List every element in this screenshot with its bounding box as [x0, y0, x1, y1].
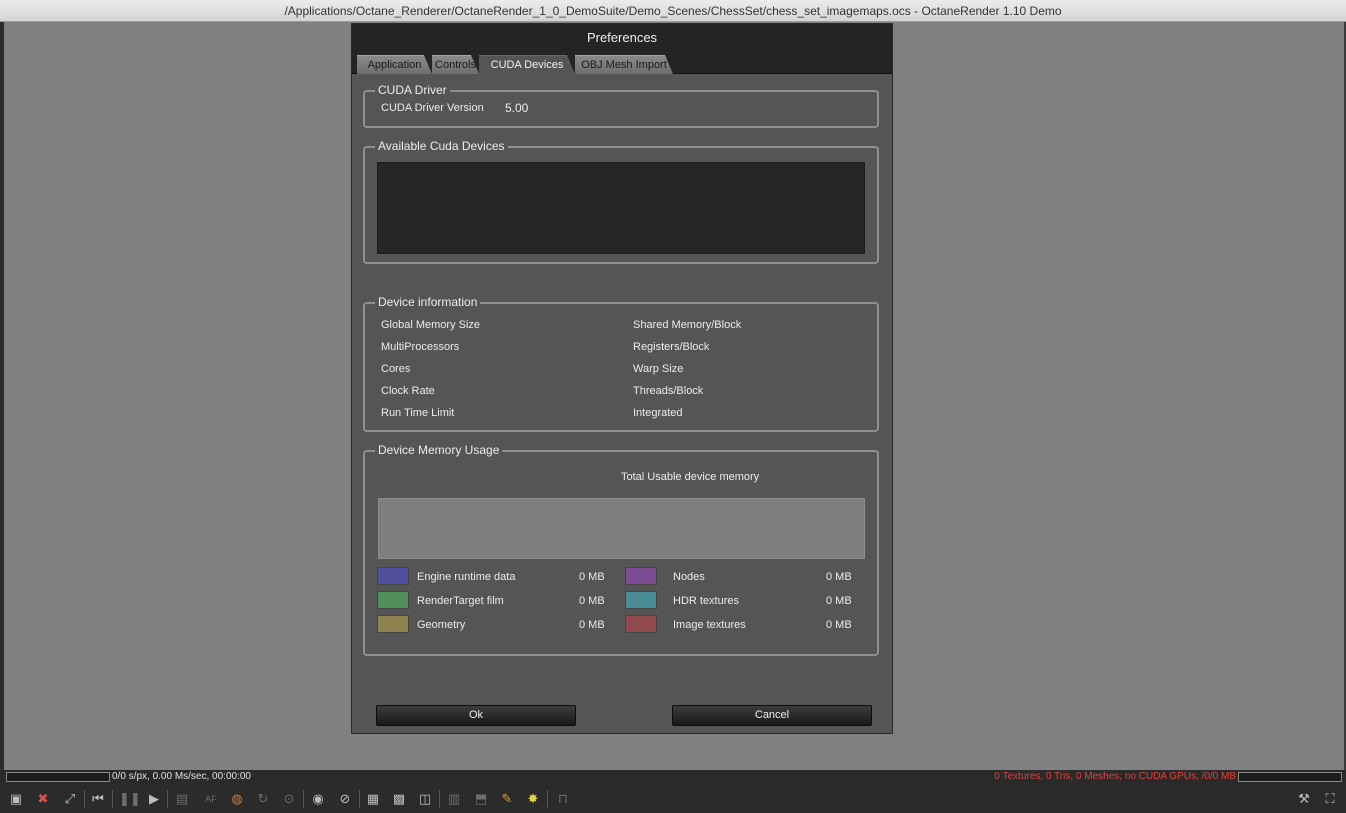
rendertarget-film-label: RenderTarget film	[417, 595, 504, 607]
lock-camera-icon[interactable]: ⊘	[337, 791, 353, 807]
device-information-group-label: Device information	[375, 295, 481, 309]
cuda-driver-version-label: CUDA Driver Version	[381, 102, 484, 114]
play-icon[interactable]: ▶	[146, 791, 162, 807]
image-textures-swatch	[625, 615, 657, 633]
geometry-swatch	[377, 615, 409, 633]
film-icon[interactable]: ▥	[446, 791, 462, 807]
grid-icon[interactable]: ▦	[365, 791, 381, 807]
stop-render-icon[interactable]: ✖	[35, 791, 51, 807]
toolbar-separator	[439, 790, 440, 808]
hdr-textures-label: HDR textures	[673, 595, 740, 607]
hdr-textures-value: 0 MB	[826, 595, 852, 607]
devices-list[interactable]	[377, 162, 865, 254]
device-memory-usage-group: Device Memory Usage Total Usable device …	[363, 443, 879, 656]
global-memory-size-label: Global Memory Size	[381, 319, 481, 331]
engine-runtime-swatch	[377, 567, 409, 585]
render-progress-bar	[6, 772, 110, 782]
star-icon[interactable]: ✸	[525, 791, 541, 807]
nodes-value: 0 MB	[826, 571, 852, 583]
dialog-title: Preferences	[586, 30, 658, 45]
integrated-label: Integrated	[633, 407, 683, 419]
image-textures-value: 0 MB	[826, 619, 852, 631]
region-icon[interactable]: ◫	[417, 791, 433, 807]
dialog-header: Preferences Application Controls CUDA De…	[352, 24, 892, 74]
status-bar: 0/0 s/px, 0.00 Ms/sec, 00:00:00 0 Textur…	[0, 770, 1346, 784]
fullscreen-icon[interactable]: ⛶	[1322, 791, 1338, 807]
warp-size-label: Warp Size	[633, 363, 684, 375]
fit-view-icon[interactable]: ⤢	[62, 791, 78, 807]
registers-block-label: Registers/Block	[633, 341, 710, 353]
geometry-value: 0 MB	[579, 619, 605, 631]
device-memory-usage-group-label: Device Memory Usage	[375, 443, 503, 457]
toolbar-separator	[303, 790, 304, 808]
toolbar-separator	[167, 790, 168, 808]
threads-block-label: Threads/Block	[633, 385, 704, 397]
render-toolbar: ▣ ✖ ⤢ ⏮ ❚❚ ▶ ▤ AF ◍ ↻ ⊙ ◉ ⊘ ▦ ▩ ◫ ▥ ⬒ ✎ …	[0, 784, 1346, 813]
device-information-group: Device information Global Memory Size Mu…	[363, 295, 879, 432]
left-panel-edge	[0, 22, 4, 770]
toolbar-separator	[547, 790, 548, 808]
hdr-textures-swatch	[625, 591, 657, 609]
geometry-label: Geometry	[417, 619, 466, 631]
run-time-limit-label: Run Time Limit	[381, 407, 455, 419]
rewind-icon[interactable]: ⏮	[90, 791, 106, 807]
window-titlebar: /Applications/Octane_Renderer/OctaneRend…	[0, 0, 1346, 22]
focus-icon[interactable]: ⊙	[281, 791, 297, 807]
engine-runtime-label: Engine runtime data	[417, 571, 516, 583]
cuda-driver-group-label: CUDA Driver	[375, 83, 450, 97]
color-wheel-icon[interactable]: ◍	[229, 791, 245, 807]
palette-icon[interactable]: ✎	[499, 791, 515, 807]
save-icon[interactable]: ⬒	[473, 791, 489, 807]
cores-label: Cores	[381, 363, 411, 375]
tab-cuda-devices[interactable]: CUDA Devices	[479, 55, 575, 74]
window-title: /Applications/Octane_Renderer/OctaneRend…	[284, 4, 1062, 18]
camera-icon[interactable]: ◉	[310, 791, 326, 807]
toolbar-separator	[84, 790, 85, 808]
available-devices-group: Available Cuda Devices	[363, 139, 879, 264]
pause-icon[interactable]: ❚❚	[119, 791, 141, 807]
refresh-icon[interactable]: ↻	[255, 791, 271, 807]
preferences-dialog: Preferences Application Controls CUDA De…	[351, 23, 893, 734]
cancel-button[interactable]: Cancel	[672, 705, 872, 726]
display-icon[interactable]: ▤	[174, 791, 190, 807]
nodes-label: Nodes	[673, 571, 705, 583]
screenshot-icon[interactable]: ▣	[8, 791, 24, 807]
toolbar-separator	[359, 790, 360, 808]
nodes-swatch	[625, 567, 657, 585]
checker-icon[interactable]: ▩	[391, 791, 407, 807]
toolbar-separator	[112, 790, 113, 808]
rendertarget-film-value: 0 MB	[579, 595, 605, 607]
image-textures-label: Image textures	[673, 619, 746, 631]
settings-icon[interactable]: ⚒	[1296, 791, 1312, 807]
rendertarget-film-swatch	[377, 591, 409, 609]
unlock-icon[interactable]: ⊓	[555, 791, 571, 807]
shared-memory-block-label: Shared Memory/Block	[633, 319, 742, 331]
memory-progress-bar	[1238, 772, 1342, 782]
memory-usage-bar	[378, 498, 865, 559]
clock-rate-label: Clock Rate	[381, 385, 435, 397]
available-devices-group-label: Available Cuda Devices	[375, 139, 508, 153]
tab-controls[interactable]: Controls	[432, 55, 479, 74]
engine-runtime-value: 0 MB	[579, 571, 605, 583]
render-stats: 0/0 s/px, 0.00 Ms/sec, 00:00:00	[112, 771, 251, 782]
multiprocessors-label: MultiProcessors	[381, 341, 460, 353]
cuda-driver-group: CUDA Driver CUDA Driver Version 5.00	[363, 83, 879, 128]
cuda-driver-version-value: 5.00	[505, 101, 529, 115]
af-icon[interactable]: AF	[203, 791, 219, 807]
total-usable-memory-label: Total Usable device memory	[621, 471, 760, 483]
ok-button[interactable]: Ok	[376, 705, 576, 726]
tab-application[interactable]: Application	[357, 55, 432, 74]
tab-obj-mesh-import[interactable]: OBJ Mesh Import	[575, 55, 673, 74]
scene-stats: 0 Textures, 0 Tris, 0 Meshes, no CUDA GP…	[994, 771, 1236, 782]
